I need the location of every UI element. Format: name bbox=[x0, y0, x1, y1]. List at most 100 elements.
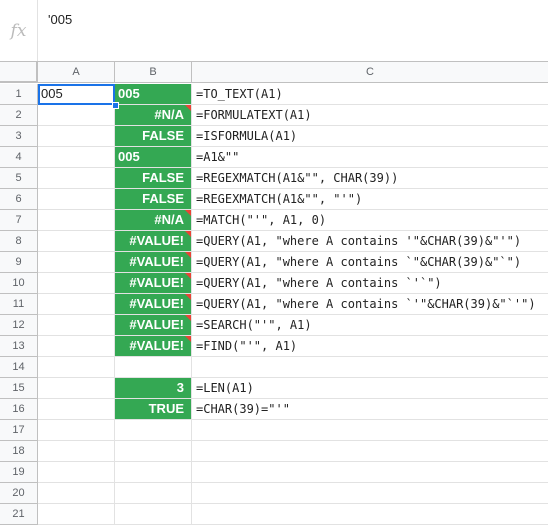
cell-c-formula[interactable] bbox=[192, 441, 548, 462]
row-header[interactable]: 4 bbox=[0, 147, 38, 168]
cell-c-formula[interactable]: =REGEXMATCH(A1&"", "'") bbox=[192, 189, 548, 210]
cell-b[interactable]: TRUE bbox=[115, 399, 192, 420]
cell-b[interactable]: #N/A bbox=[115, 210, 192, 231]
cell-b[interactable]: #VALUE! bbox=[115, 252, 192, 273]
cell-c-formula[interactable] bbox=[192, 483, 548, 504]
error-marker-icon[interactable] bbox=[185, 336, 191, 342]
error-marker-icon[interactable] bbox=[185, 294, 191, 300]
cell-a[interactable] bbox=[38, 399, 115, 420]
row-header[interactable]: 8 bbox=[0, 231, 38, 252]
cell-c-formula[interactable]: =CHAR(39)="'" bbox=[192, 399, 548, 420]
row-header[interactable]: 12 bbox=[0, 315, 38, 336]
formula-bar[interactable]: fx '005 bbox=[0, 0, 548, 62]
cell-b[interactable] bbox=[115, 504, 192, 525]
cell-a[interactable] bbox=[38, 315, 115, 336]
cell-c-formula[interactable]: =QUERY(A1, "where A contains `"&CHAR(39)… bbox=[192, 252, 548, 273]
cell-c-formula[interactable]: =FORMULATEXT(A1) bbox=[192, 105, 548, 126]
row-header[interactable]: 14 bbox=[0, 357, 38, 378]
cell-b[interactable]: #VALUE! bbox=[115, 294, 192, 315]
fill-handle[interactable] bbox=[112, 102, 119, 109]
cell-c-formula[interactable]: =QUERY(A1, "where A contains `'`") bbox=[192, 273, 548, 294]
row-header[interactable]: 13 bbox=[0, 336, 38, 357]
cell-a[interactable] bbox=[38, 252, 115, 273]
row-header[interactable]: 10 bbox=[0, 273, 38, 294]
cell-a[interactable] bbox=[38, 189, 115, 210]
cell-a[interactable] bbox=[38, 462, 115, 483]
cell-c-formula[interactable]: =MATCH("'", A1, 0) bbox=[192, 210, 548, 231]
row-header[interactable]: 1 bbox=[0, 84, 38, 105]
row-header[interactable]: 7 bbox=[0, 210, 38, 231]
row-header[interactable]: 3 bbox=[0, 126, 38, 147]
row-header[interactable]: 21 bbox=[0, 504, 38, 525]
cell-b[interactable] bbox=[115, 441, 192, 462]
cell-c-formula[interactable]: =LEN(A1) bbox=[192, 378, 548, 399]
cell-b[interactable] bbox=[115, 462, 192, 483]
row-header[interactable]: 19 bbox=[0, 462, 38, 483]
cell-b[interactable]: #VALUE! bbox=[115, 273, 192, 294]
cell-b[interactable]: #VALUE! bbox=[115, 336, 192, 357]
row-header[interactable]: 17 bbox=[0, 420, 38, 441]
cell-a[interactable] bbox=[38, 420, 115, 441]
row-header[interactable]: 16 bbox=[0, 399, 38, 420]
row-header[interactable]: 15 bbox=[0, 378, 38, 399]
cell-b[interactable] bbox=[115, 420, 192, 441]
cell-b[interactable]: #VALUE! bbox=[115, 231, 192, 252]
cell-c-formula[interactable] bbox=[192, 420, 548, 441]
cell-c-formula[interactable]: =REGEXMATCH(A1&"", CHAR(39)) bbox=[192, 168, 548, 189]
row-header[interactable]: 6 bbox=[0, 189, 38, 210]
cell-c-formula[interactable]: =QUERY(A1, "where A contains '"&CHAR(39)… bbox=[192, 231, 548, 252]
cell-c-formula[interactable]: =FIND("'", A1) bbox=[192, 336, 548, 357]
column-header-c[interactable]: C bbox=[192, 62, 548, 83]
row-header[interactable]: 20 bbox=[0, 483, 38, 504]
cell-b[interactable]: #N/A bbox=[115, 105, 192, 126]
cell-b[interactable]: 3 bbox=[115, 378, 192, 399]
cell-b[interactable] bbox=[115, 483, 192, 504]
error-marker-icon[interactable] bbox=[185, 231, 191, 237]
row-header[interactable]: 11 bbox=[0, 294, 38, 315]
cell-a[interactable] bbox=[38, 441, 115, 462]
cell-b[interactable]: FALSE bbox=[115, 168, 192, 189]
formula-bar-content[interactable]: '005 bbox=[48, 12, 72, 27]
column-header-b[interactable]: B bbox=[115, 62, 192, 83]
cell-a[interactable] bbox=[38, 231, 115, 252]
cell-c-formula[interactable]: =ISFORMULA(A1) bbox=[192, 126, 548, 147]
select-all-corner[interactable] bbox=[0, 62, 38, 83]
cell-b[interactable]: FALSE bbox=[115, 189, 192, 210]
cell-a[interactable] bbox=[38, 483, 115, 504]
error-marker-icon[interactable] bbox=[185, 252, 191, 258]
cell-b[interactable]: 005 bbox=[115, 84, 192, 105]
cell-b[interactable]: #VALUE! bbox=[115, 315, 192, 336]
cell-a[interactable] bbox=[38, 378, 115, 399]
column-header-a[interactable]: A bbox=[38, 62, 115, 83]
cell-a[interactable] bbox=[38, 210, 115, 231]
cell-c-formula[interactable]: =A1&"" bbox=[192, 147, 548, 168]
cell-c-formula[interactable]: =TO_TEXT(A1) bbox=[192, 84, 548, 105]
cell-c-formula[interactable] bbox=[192, 357, 548, 378]
cell-a[interactable] bbox=[38, 336, 115, 357]
cell-a[interactable] bbox=[38, 105, 115, 126]
cell-b-value: #VALUE! bbox=[129, 254, 184, 269]
cell-b[interactable] bbox=[115, 357, 192, 378]
row-header[interactable]: 9 bbox=[0, 252, 38, 273]
error-marker-icon[interactable] bbox=[185, 315, 191, 321]
cell-a[interactable] bbox=[38, 126, 115, 147]
cell-c-formula[interactable]: =QUERY(A1, "where A contains `'"&CHAR(39… bbox=[192, 294, 548, 315]
cell-a[interactable] bbox=[38, 357, 115, 378]
cell-a[interactable] bbox=[38, 294, 115, 315]
cell-b[interactable]: 005 bbox=[115, 147, 192, 168]
row-header[interactable]: 2 bbox=[0, 105, 38, 126]
error-marker-icon[interactable] bbox=[185, 210, 191, 216]
cell-a[interactable] bbox=[38, 147, 115, 168]
cell-a[interactable] bbox=[38, 504, 115, 525]
cell-b[interactable]: FALSE bbox=[115, 126, 192, 147]
cell-a[interactable] bbox=[38, 168, 115, 189]
error-marker-icon[interactable] bbox=[185, 105, 191, 111]
error-marker-icon[interactable] bbox=[185, 273, 191, 279]
cell-c-formula[interactable]: =SEARCH("'", A1) bbox=[192, 315, 548, 336]
row-header[interactable]: 5 bbox=[0, 168, 38, 189]
cell-a[interactable] bbox=[38, 273, 115, 294]
cell-a1-selected[interactable]: 005 bbox=[38, 84, 115, 105]
cell-c-formula[interactable] bbox=[192, 504, 548, 525]
cell-c-formula[interactable] bbox=[192, 462, 548, 483]
row-header[interactable]: 18 bbox=[0, 441, 38, 462]
